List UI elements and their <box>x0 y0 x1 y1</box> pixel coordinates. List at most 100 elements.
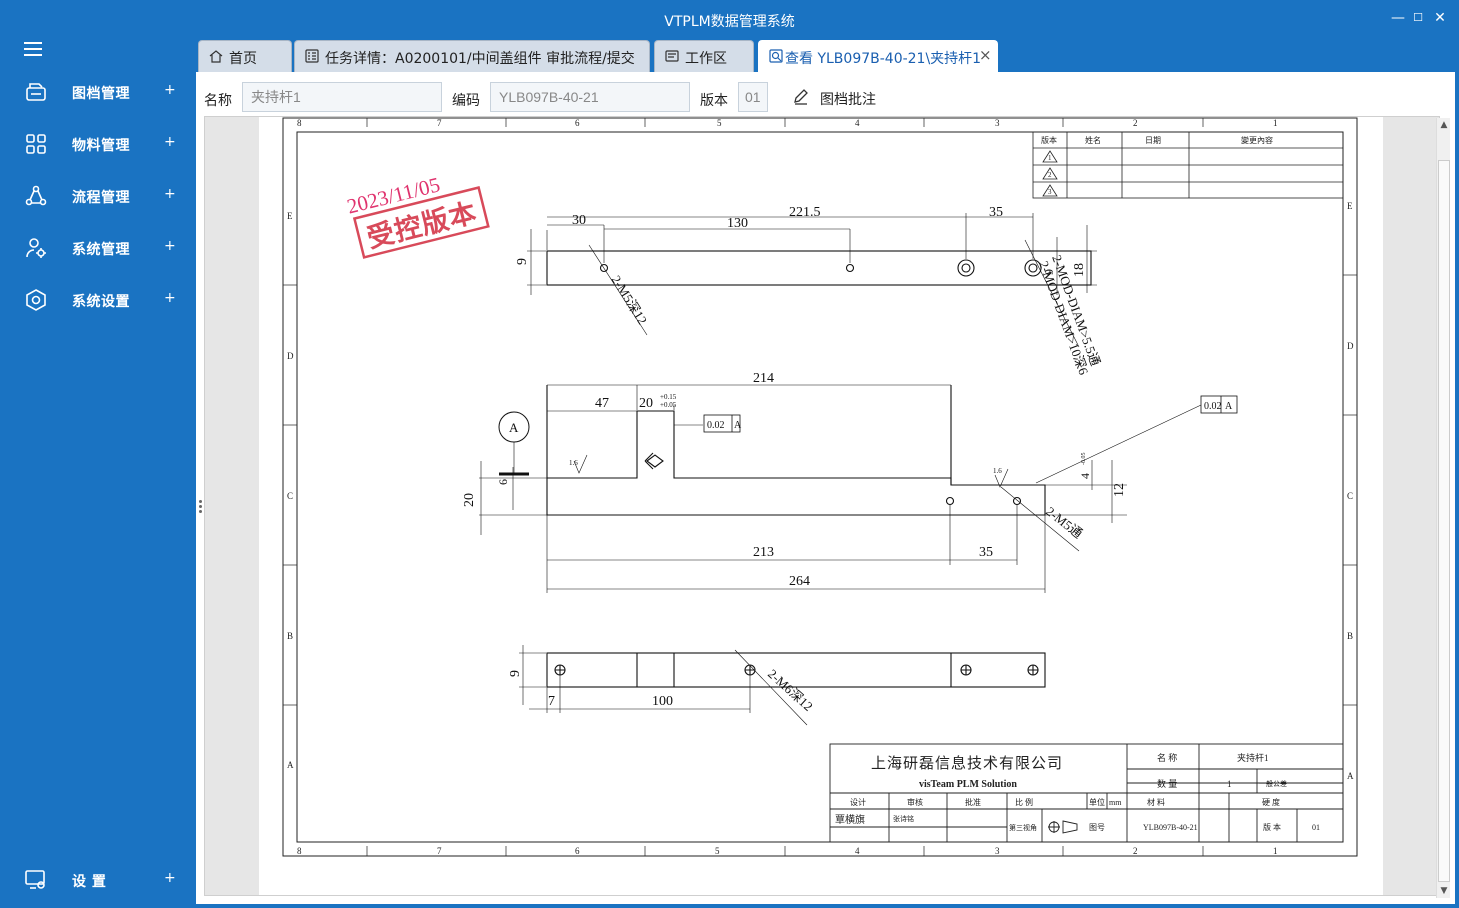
code-field[interactable] <box>490 82 690 112</box>
drawing-viewer[interactable]: 8 7 6 5 4 3 2 1 8 7 6 5 4 3 2 1 E D C B <box>204 116 1440 896</box>
rev-number: 2 <box>1048 171 1052 179</box>
dim-12: 12 <box>1112 483 1127 497</box>
dim-4-tolerance: -0.05 <box>1081 453 1087 466</box>
rev-header: 版本 <box>1041 135 1057 145</box>
tb-name-value: 夹持杆1 <box>1237 752 1269 763</box>
dim-130: 130 <box>727 216 748 231</box>
workflow-icon <box>25 185 47 206</box>
name-field[interactable] <box>242 82 442 112</box>
scroll-thumb[interactable] <box>1438 160 1450 882</box>
tb-header: mm <box>1109 798 1122 807</box>
column-number: 3 <box>995 846 1000 856</box>
column-number: 8 <box>297 846 302 856</box>
column-number: 7 <box>437 846 442 856</box>
row-letter: B <box>287 631 293 641</box>
grid-icon <box>26 134 46 154</box>
version-label: 版本 <box>700 93 728 109</box>
rev-header: 姓名 <box>1085 135 1101 145</box>
folder-icon <box>26 83 46 101</box>
menu-toggle-icon[interactable] <box>24 42 42 58</box>
column-number: 3 <box>995 118 1000 128</box>
dim-100: 100 <box>652 694 673 709</box>
code-label: 编码 <box>452 93 480 109</box>
front-view: 214 47 20 +0.15 +0.05 0.02 A 0.02 A A 1.… <box>462 371 1238 593</box>
dim-9: 9 <box>508 670 523 677</box>
sidebar-item-drawings[interactable]: 图档管理 + <box>0 70 196 114</box>
row-letter: D <box>1347 341 1354 351</box>
revision-table: 版本 姓名 日期 變更內容 1 2 3 <box>1032 131 1344 199</box>
dim-20-vertical: 20 <box>462 493 477 507</box>
sidebar-item-system-admin[interactable]: 系统管理 + <box>0 226 196 270</box>
datum-label: A <box>509 420 519 435</box>
user-gear-icon <box>26 238 46 258</box>
expand-icon: + <box>164 186 176 202</box>
minimize-button[interactable]: — <box>1388 8 1408 28</box>
tb-version-value: 01 <box>1312 823 1320 832</box>
sidebar-item-settings[interactable]: 设 置 + <box>0 858 196 902</box>
top-view: 30 130 221.5 35 9 18 9 2-M5深12 2-MOD-DIA… <box>515 205 1103 377</box>
tb-version-label: 版 本 <box>1263 822 1281 832</box>
tab-task-detail[interactable]: 任务详情：A0200101/中间盖组件 审批流程/提交 <box>294 40 650 72</box>
company-name: 上海研磊信息技术有限公司 <box>871 755 1063 772</box>
dim-221-5: 221.5 <box>789 205 821 220</box>
tb-projection: 第三视角 <box>1009 823 1037 832</box>
company-subtitle: visTeam PLM Solution <box>919 779 1017 790</box>
row-letter: D <box>287 351 294 361</box>
tab-workspace[interactable]: 工作区 <box>654 40 754 72</box>
controlled-version-stamp: 2023/11/05 受控版本 <box>344 172 490 259</box>
dim-35: 35 <box>989 205 1003 220</box>
tolerance-upper: +0.15 <box>660 393 677 401</box>
tb-tolerance-label: 一般公差 <box>1259 779 1287 788</box>
title-block: 上海研磊信息技术有限公司 visTeam PLM Solution 名 称 夹持… <box>829 743 1344 843</box>
dim-6: 6 <box>496 479 510 485</box>
sidebar-item-label: 流程管理 <box>72 190 130 206</box>
sidebar: 图档管理 + 物料管理 + 流程管理 + 系统管理 + 系统设置 + 设 置 + <box>0 36 196 908</box>
close-tab-icon[interactable]: × <box>979 46 992 64</box>
expand-icon: + <box>164 290 176 306</box>
rev-header: 變更內容 <box>1241 135 1273 145</box>
version-field[interactable] <box>738 82 768 112</box>
vertical-scrollbar[interactable]: ▲ ▼ <box>1436 118 1450 898</box>
scroll-down-icon[interactable]: ▼ <box>1437 884 1451 898</box>
gtol-datum-ref: A <box>734 420 742 431</box>
workspace-icon <box>665 50 679 62</box>
sidebar-item-workflow[interactable]: 流程管理 + <box>0 174 196 218</box>
note-m5-depth: 2-M5深12 <box>608 273 650 327</box>
tb-qty-value: 1 <box>1227 779 1232 789</box>
expand-icon: + <box>164 238 176 254</box>
hexagon-gear-icon <box>26 289 46 311</box>
row-letter: C <box>1347 491 1353 501</box>
sidebar-item-materials[interactable]: 物料管理 + <box>0 122 196 166</box>
column-number: 6 <box>575 118 580 128</box>
sidebar-item-label: 图档管理 <box>72 86 130 102</box>
dim-213: 213 <box>753 545 774 560</box>
dim-20: 20 <box>639 396 653 411</box>
tab-label: 任务详情：A0200101/中间盖组件 审批流程/提交 <box>325 51 635 67</box>
task-icon <box>305 49 319 63</box>
tb-qty-label: 数 量 <box>1157 778 1177 789</box>
tb-designer: 覃横旗 <box>835 813 865 826</box>
row-letter: E <box>1347 201 1353 211</box>
column-number: 5 <box>715 846 720 856</box>
column-number: 6 <box>575 846 580 856</box>
column-number: 4 <box>855 118 860 128</box>
sidebar-item-label: 系统管理 <box>72 242 130 258</box>
tb-header: 材 料 <box>1147 797 1165 807</box>
row-letter: B <box>1347 631 1353 641</box>
column-number: 8 <box>297 118 302 128</box>
scroll-up-icon[interactable]: ▲ <box>1437 118 1451 132</box>
column-number: 4 <box>855 846 860 856</box>
tab-home[interactable]: 首页 <box>198 40 292 72</box>
dim-214: 214 <box>753 371 774 386</box>
sidebar-item-system-settings[interactable]: 系统设置 + <box>0 278 196 322</box>
tb-checker: 张诗铭 <box>893 814 914 823</box>
maximize-button[interactable]: ☐ <box>1408 8 1428 28</box>
tb-header: 批准 <box>965 797 981 807</box>
note-m6-depth: 2-M6深12 <box>765 666 816 714</box>
monitor-settings-icon <box>25 870 45 889</box>
tab-view-drawing[interactable]: 查看 YLB097B-40-21\夹持杆1 × <box>758 40 998 72</box>
close-button[interactable]: ✕ <box>1430 8 1450 28</box>
splitter-handle[interactable] <box>199 500 203 514</box>
dim-9: 9 <box>515 258 530 265</box>
column-number: 2 <box>1133 846 1138 856</box>
